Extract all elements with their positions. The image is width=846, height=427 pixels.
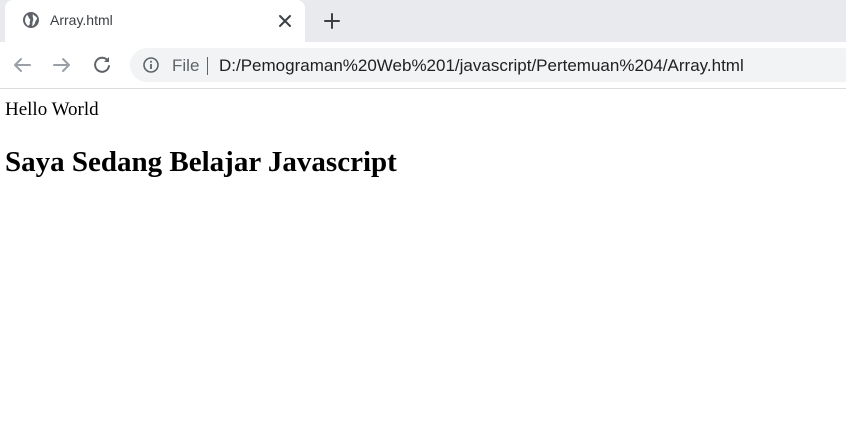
reload-icon[interactable] bbox=[91, 54, 113, 76]
url-text[interactable]: D:/Pemograman%20Web%201/javascript/Perte… bbox=[219, 56, 744, 76]
hello-text: Hello World bbox=[5, 99, 99, 120]
page-content: Hello World Saya Sedang Belajar Javascri… bbox=[0, 89, 846, 427]
page-heading: Saya Sedang Belajar Javascript bbox=[5, 146, 397, 178]
address-bar[interactable]: File D:/Pemograman%20Web%201/javascript/… bbox=[130, 48, 846, 82]
tab-strip: Array.html bbox=[0, 0, 846, 42]
chip-divider bbox=[207, 57, 208, 75]
arrow-left-icon[interactable] bbox=[11, 54, 33, 76]
globe-icon bbox=[22, 11, 40, 29]
tab-active[interactable]: Array.html bbox=[5, 0, 305, 42]
info-icon[interactable] bbox=[142, 56, 160, 74]
arrow-right-icon[interactable] bbox=[51, 54, 73, 76]
browser-toolbar: File D:/Pemograman%20Web%201/javascript/… bbox=[0, 42, 846, 89]
plus-icon[interactable] bbox=[322, 11, 342, 31]
tab-title: Array.html bbox=[50, 12, 113, 28]
close-icon[interactable] bbox=[277, 13, 293, 29]
scheme-label: File bbox=[172, 56, 200, 75]
